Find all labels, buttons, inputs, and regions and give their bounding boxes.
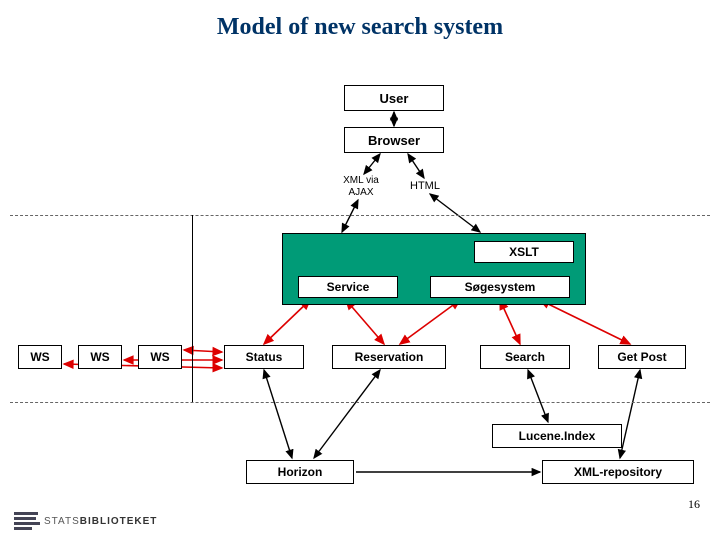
status-box: Status <box>224 345 304 369</box>
page-number: 16 <box>688 497 700 512</box>
ws-box-2: WS <box>78 345 122 369</box>
divider-top <box>10 215 710 216</box>
logo-text-thin: STATS <box>44 516 80 527</box>
ws-box-3: WS <box>138 345 182 369</box>
ws-box-1: WS <box>18 345 62 369</box>
xml-repository-box: XML-repository <box>542 460 694 484</box>
getpost-box: Get Post <box>598 345 686 369</box>
xslt-box: XSLT <box>474 241 574 263</box>
logo-text-bold: BIBLIOTEKET <box>80 516 158 527</box>
divider-bottom <box>10 402 710 403</box>
xml-ajax-label: XML via AJAX <box>336 175 386 199</box>
lucene-box: Lucene.Index <box>492 424 622 448</box>
vertical-divider <box>192 215 193 402</box>
sogesystem-box: Søgesystem <box>430 276 570 298</box>
logo-text: STATSBIBLIOTEKET <box>44 516 157 527</box>
search-box: Search <box>480 345 570 369</box>
logo-icon <box>14 510 38 532</box>
browser-box: Browser <box>344 127 444 153</box>
slide-title: Model of new search system <box>0 14 720 41</box>
statsbiblioteket-logo: STATSBIBLIOTEKET <box>14 510 157 532</box>
html-label: HTML <box>410 180 440 192</box>
xml-ajax-line2: AJAX <box>348 187 373 198</box>
horizon-box: Horizon <box>246 460 354 484</box>
service-box: Service <box>298 276 398 298</box>
reservation-box: Reservation <box>332 345 446 369</box>
xml-ajax-line1: XML via <box>343 175 379 186</box>
user-box: User <box>344 85 444 111</box>
